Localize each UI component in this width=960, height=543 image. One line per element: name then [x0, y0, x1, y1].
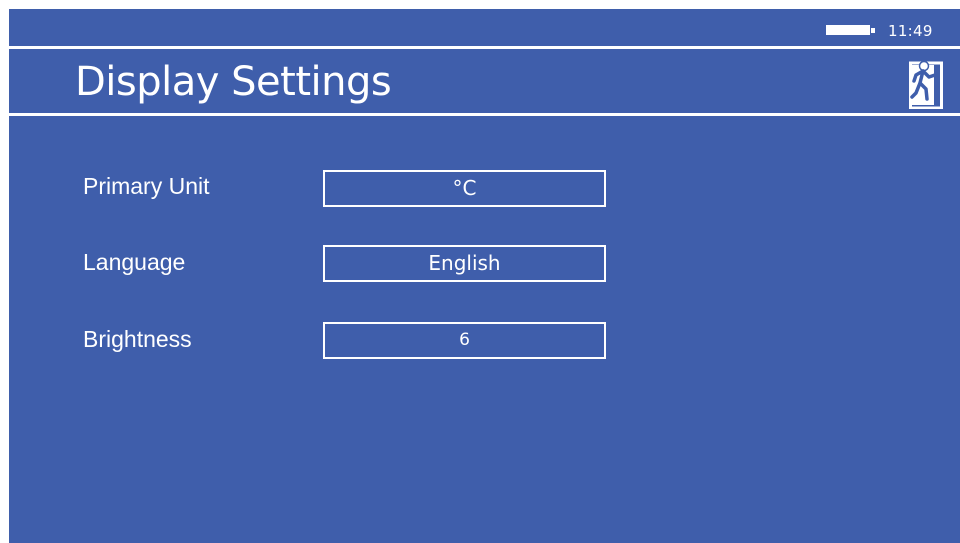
battery-full-icon: [826, 25, 870, 35]
status-bar: 11:49: [9, 9, 960, 45]
display-settings-screen: 11:49 Display Settings Primary Unit °C L…: [9, 9, 960, 543]
brightness-label: Brightness: [83, 326, 192, 352]
brightness-field[interactable]: 6: [323, 322, 606, 359]
page-title: Display Settings: [75, 59, 392, 105]
clock: 11:49: [888, 22, 933, 40]
primary-unit-field[interactable]: °C: [323, 170, 606, 207]
exit-button[interactable]: [909, 53, 943, 110]
language-label: Language: [83, 249, 186, 275]
battery-terminal: [871, 28, 875, 33]
header-top-divider: [9, 46, 960, 49]
primary-unit-label: Primary Unit: [83, 173, 210, 199]
exit-icon: [909, 60, 943, 110]
header-bottom-divider: [9, 113, 960, 116]
language-field[interactable]: English: [323, 245, 606, 282]
